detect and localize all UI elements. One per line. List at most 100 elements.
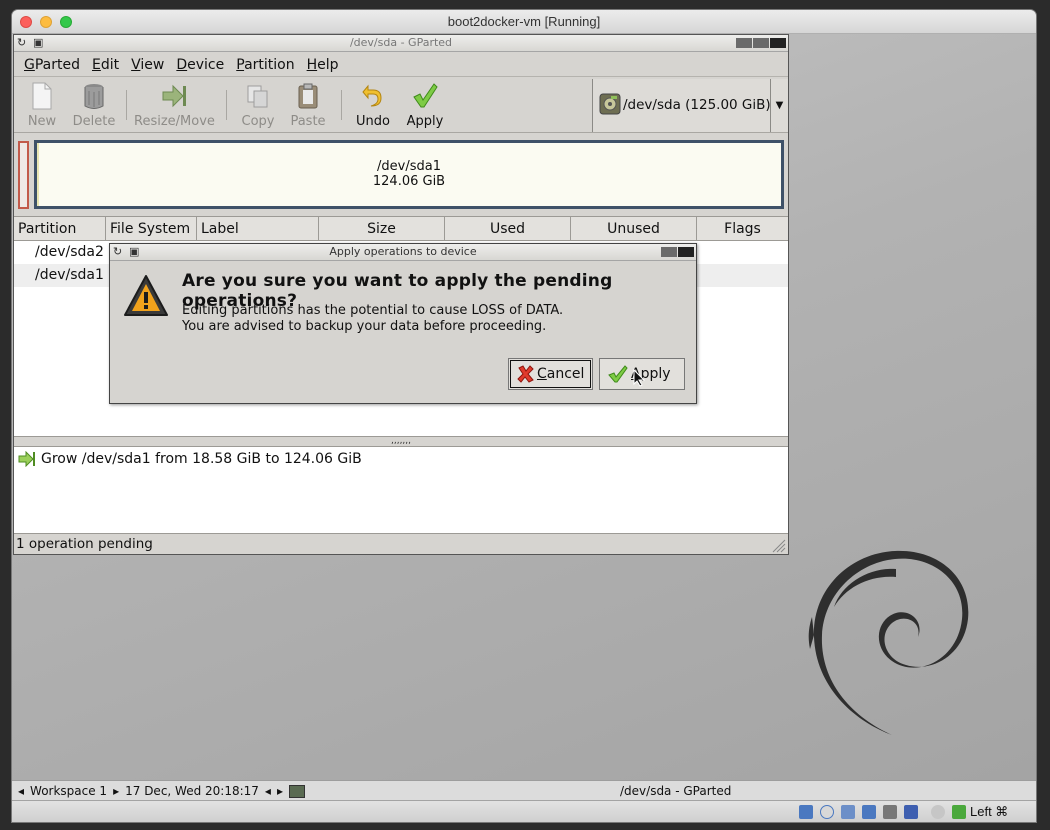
checkmark-icon [413,83,438,108]
dialog-title: Apply operations to device [329,245,477,258]
window-controls[interactable] [736,38,786,48]
vm-desktop: ↻ ▣ /dev/sda - GParted GParted Edit View… [12,34,1036,780]
dialog-message: Editing partitions has the potential to … [182,303,563,335]
dialog-titlebar[interactable]: ↻ ▣ Apply operations to device [110,244,696,261]
operation-item[interactable]: Grow /dev/sda1 from 18.58 GiB to 124.06 … [18,451,362,467]
active-task-title[interactable]: /dev/sda - GParted [620,784,731,798]
device-selector[interactable]: /dev/sda (125.00 GiB) ▼ [592,79,788,132]
trash-icon [84,84,104,109]
operations-list: Grow /dev/sda1 from 18.58 GiB to 124.06 … [14,446,788,534]
gparted-titlebar[interactable]: ↻ ▣ /dev/sda - GParted [14,35,788,52]
resize-move-button[interactable]: Resize/Move [134,78,215,133]
shared-folder-icon[interactable] [862,805,876,819]
taskbar: ◂ Workspace 1 ▸ 17 Dec, Wed 20:18:17 ◂ ▸… [12,780,1036,800]
mouse-integration-icon[interactable] [931,805,945,819]
menu-help[interactable]: Help [301,53,345,76]
display-icon[interactable] [883,805,897,819]
menu-label: evice [187,57,225,73]
partition-block-sda1[interactable]: /dev/sda1 124.06 GiB [34,140,784,209]
virtualbox-status-bar: Left ⌘ [12,800,1036,822]
menu-mnemonic: H [306,57,318,73]
next-task-icon[interactable]: ▸ [277,784,283,798]
optical-drive-icon[interactable] [820,805,834,819]
prev-workspace-icon[interactable]: ◂ [18,784,24,798]
row-partition-name: /dev/sda1 [35,267,104,283]
dialog-message-line: Editing partitions has the potential to … [182,303,564,318]
gparted-task-icon[interactable] [288,784,305,798]
keyboard-capture-icon[interactable] [952,805,966,819]
warning-icon [124,275,168,316]
resize-move-label: Resize/Move [134,114,215,129]
menu-label: Parted [34,57,80,73]
new-document-icon [32,82,52,110]
resize-arrow-icon [162,84,186,108]
menu-partition[interactable]: Partition [230,53,300,76]
virtualbox-window: boot2docker-vm [Running] ↻ ▣ /dev/sda - … [12,10,1036,822]
column-header-unused[interactable]: Unused [571,217,697,241]
cancel-button[interactable]: Cancel [508,358,593,390]
status-text: 1 operation pending [16,536,153,552]
paste-label: Paste [290,114,326,129]
table-header: Partition File System Label Size Used Un… [14,217,788,241]
dropdown-arrow-icon[interactable]: ▼ [770,79,788,132]
resize-grip-icon[interactable] [770,537,786,553]
dialog-window-controls[interactable] [661,247,694,257]
status-bar: 1 operation pending [14,535,788,555]
partition-graph: /dev/sda1 124.06 GiB [18,139,786,209]
copy-button[interactable]: Copy [236,78,280,133]
shared-network-icon[interactable] [841,805,855,819]
partition-block-sda2[interactable] [18,141,29,209]
gparted-title: /dev/sda - GParted [349,36,453,49]
minimize-button[interactable] [736,38,752,48]
row-partition-name: /dev/sda2 [35,244,104,260]
clock: 17 Dec, Wed 20:18:17 [125,784,259,798]
pane-resize-handle[interactable]: ,,,,,,, [14,437,788,446]
toolbar-separator [126,90,127,120]
minimize-button[interactable] [661,247,677,257]
menubar: GParted Edit View Device Partition Help [14,53,788,77]
menu-label: artition [244,57,295,73]
column-header-filesystem[interactable]: File System [106,217,197,241]
host-key-label: Left ⌘ [970,804,1009,819]
cancel-x-icon [517,365,534,383]
harddisk-status-icon[interactable] [799,805,813,819]
workspace-label[interactable]: Workspace 1 [30,784,107,798]
menu-gparted[interactable]: GParted [18,53,86,76]
delete-button[interactable]: Delete [70,78,118,133]
apply-label: pply [640,366,671,382]
apply-button[interactable]: Apply [403,78,447,133]
column-header-flags[interactable]: Flags [697,217,788,241]
paste-button[interactable]: Paste [286,78,330,133]
menu-mnemonic: G [24,57,35,73]
column-header-used[interactable]: Used [445,217,571,241]
menu-mnemonic: P [236,57,245,73]
harddisk-icon [599,93,621,115]
new-label: New [27,114,57,129]
debian-logo [808,550,969,735]
menu-view[interactable]: View [125,53,170,76]
mouse-cursor-icon [633,369,645,387]
gparted-window: ↻ ▣ /dev/sda - GParted GParted Edit View… [13,34,789,555]
close-button[interactable] [678,247,694,257]
mac-titlebar[interactable]: boot2docker-vm [Running] [12,10,1036,34]
menu-label: elp [317,57,339,73]
undo-button[interactable]: Undo [351,78,395,133]
column-header-label[interactable]: Label [197,217,319,241]
new-button[interactable]: New [20,78,64,133]
next-workspace-icon[interactable]: ▸ [113,784,119,798]
device-label: /dev/sda (125.00 GiB) [623,97,771,113]
column-header-size[interactable]: Size [319,217,445,241]
video-capture-icon[interactable] [904,805,918,819]
menu-mnemonic: E [92,57,101,73]
apply-label: Apply [406,114,444,129]
partition-block-name: /dev/sda1 [377,159,441,174]
maximize-button[interactable] [753,38,769,48]
prev-task-icon[interactable]: ◂ [265,784,271,798]
menu-device[interactable]: Device [170,53,230,76]
column-header-partition[interactable]: Partition [14,217,106,241]
undo-arrow-icon [362,84,382,107]
menu-edit[interactable]: Edit [86,53,125,76]
menu-label: dit [100,57,120,73]
toolbar-separator [341,90,342,120]
close-button[interactable] [770,38,786,48]
